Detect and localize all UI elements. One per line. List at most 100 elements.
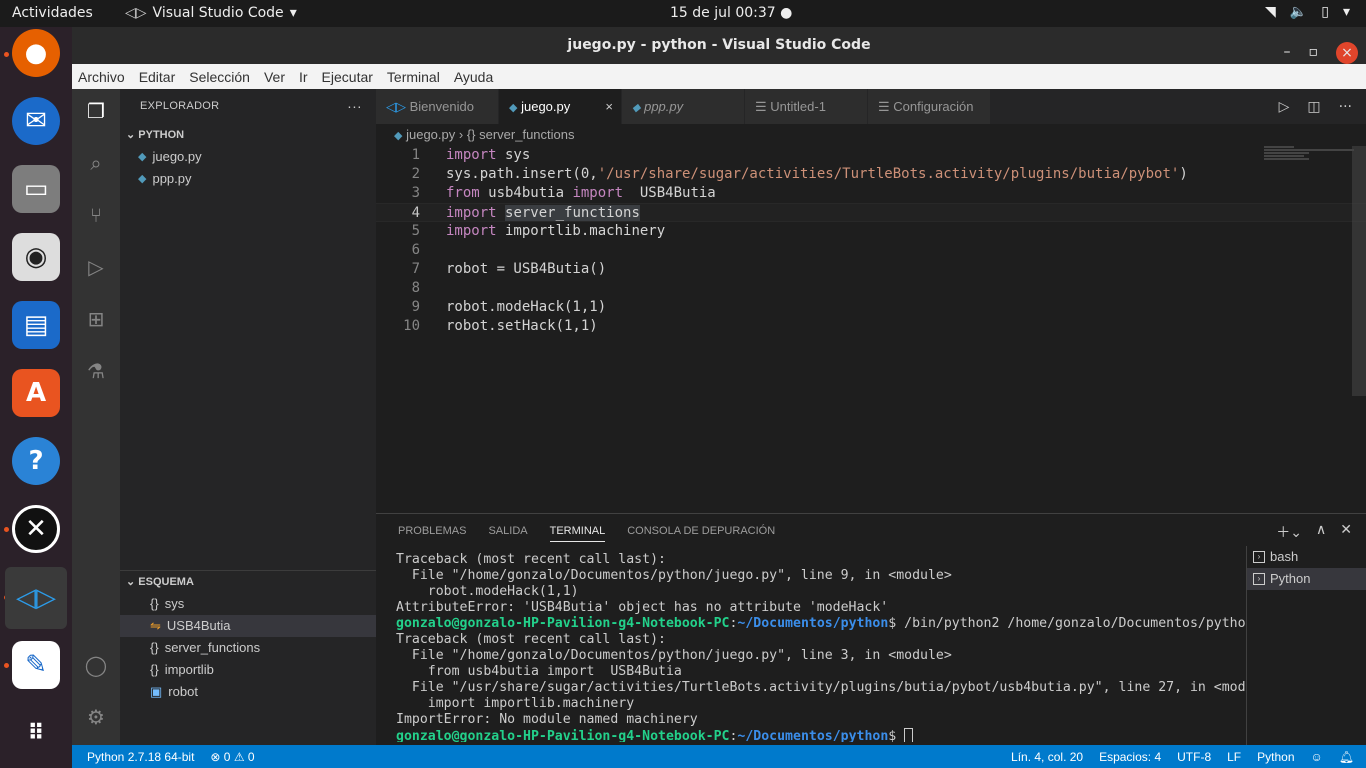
bell-icon[interactable]: 🔔︎ <box>1339 750 1354 764</box>
menu-ver[interactable]: Ver <box>264 69 285 85</box>
account-icon[interactable]: ◯ <box>84 653 108 677</box>
line-number: 9 <box>411 299 420 315</box>
problems-count[interactable]: ⊗ 0 ⚠ 0 <box>210 750 254 764</box>
tab-problemas[interactable]: PROBLEMAS <box>398 525 466 537</box>
system-tray[interactable]: ◥ 🔈 ▯ ▾ <box>1265 4 1350 20</box>
terminal-line: import importlib.machinery <box>396 696 635 711</box>
system-top-bar: Actividades ◁▷ Visual Studio Code ▾ 15 d… <box>0 0 1366 27</box>
folder-section[interactable]: ⌄ PYTHON <box>120 124 376 146</box>
outline-item[interactable]: ▣ robot <box>120 681 376 703</box>
file-item[interactable]: ◆ ppp.py <box>120 168 376 190</box>
code-keyword: import <box>446 147 497 163</box>
run-icon[interactable]: ▷ <box>1279 99 1290 115</box>
window-titlebar[interactable]: juego.py - python - Visual Studio Code –… <box>72 27 1366 64</box>
maximize-icon[interactable]: ▫ <box>1309 34 1319 71</box>
menu-editar[interactable]: Editar <box>139 69 176 85</box>
terminal-item-python[interactable]: › Python <box>1247 568 1366 590</box>
code-line-current: 4 import server_functions <box>376 203 1366 222</box>
more-actions-icon[interactable]: ··· <box>347 89 362 124</box>
gear-icon[interactable]: ⚙ <box>84 705 108 729</box>
python-interpreter[interactable]: Python 2.7.18 64-bit <box>87 750 194 764</box>
editor-scrollbar[interactable] <box>1352 146 1366 396</box>
files-icon[interactable]: ▭ <box>12 165 60 213</box>
breadcrumb-symbol[interactable]: {} server_functions <box>467 127 575 142</box>
split-editor-icon[interactable]: ◫ <box>1307 99 1320 115</box>
feedback-icon[interactable]: ☺ <box>1311 750 1323 764</box>
terminal-line: File "/home/gonzalo/Documentos/python/ju… <box>396 568 952 583</box>
indentation[interactable]: Espacios: 4 <box>1099 750 1161 764</box>
outline-item[interactable]: ⇋ USB4Butia <box>120 615 376 637</box>
wifi-icon: ◥ <box>1265 4 1276 20</box>
outline-section: ⌄ ESQUEMA {} sys ⇋ USB4Butia {} server_func… <box>120 570 376 703</box>
tab-juego[interactable]: ◆ juego.py × <box>499 89 622 124</box>
file-label: juego.py <box>152 149 202 164</box>
thunderbird-icon[interactable]: ✉ <box>12 97 60 145</box>
terminal-line: Traceback (most recent call last): <box>396 632 666 647</box>
minimap[interactable] <box>1264 146 1354 176</box>
tab-salida[interactable]: SALIDA <box>488 525 527 537</box>
extensions-icon[interactable]: ⊞ <box>84 307 108 331</box>
tab-consola-depuracion[interactable]: CONSOLA DE DEPURACIÓN <box>627 525 775 537</box>
menu-archivo[interactable]: Archivo <box>78 69 125 85</box>
tab-untitled[interactable]: ☰ Untitled-1 <box>745 89 868 124</box>
clock[interactable]: 15 de jul 00:37 ● <box>670 5 792 21</box>
sidebar-title: EXPLORADOR <box>140 100 220 112</box>
code-text: usb4butia <box>479 185 573 201</box>
breadcrumb-file[interactable]: juego.py <box>406 127 455 142</box>
tab-label: Untitled-1 <box>770 99 826 114</box>
writer-icon[interactable]: ▤ <box>12 301 60 349</box>
source-control-icon[interactable]: ⑂ <box>84 203 108 227</box>
search-icon[interactable]: ⌕ <box>84 151 108 175</box>
tab-bienvenido[interactable]: ◁▷ Bienvenido <box>376 89 499 124</box>
testing-icon[interactable]: ⚗ <box>84 359 108 383</box>
language-mode[interactable]: Python <box>1257 750 1294 764</box>
line-number: 3 <box>411 185 420 201</box>
menu-ayuda[interactable]: Ayuda <box>454 69 493 85</box>
app-grid-icon[interactable]: ⠿ <box>12 709 60 757</box>
minimize-icon[interactable]: – <box>1284 34 1291 71</box>
new-terminal-icon[interactable]: ＋⌄ <box>1276 522 1302 542</box>
outline-item[interactable]: {} importlib <box>120 659 376 681</box>
activities-button[interactable]: Actividades <box>12 5 93 21</box>
text-editor-icon[interactable]: ✎ <box>12 641 60 689</box>
terminal-output[interactable]: Traceback (most recent call last): File … <box>396 552 1246 742</box>
menu-terminal[interactable]: Terminal <box>387 69 440 85</box>
close-icon[interactable]: × <box>1336 41 1358 64</box>
more-actions-icon[interactable]: ··· <box>1339 99 1352 115</box>
settings-file-icon: ☰ <box>878 99 890 114</box>
close-panel-icon[interactable]: ✕ <box>1340 522 1352 542</box>
end-of-line[interactable]: LF <box>1227 750 1241 764</box>
terminal-item-bash[interactable]: › bash <box>1247 546 1366 568</box>
encoding[interactable]: UTF-8 <box>1177 750 1211 764</box>
code-editor[interactable]: 1 import sys 2 sys.path.insert(0,'/usr/sha… <box>376 146 1366 336</box>
close-tab-icon[interactable]: × <box>605 89 613 124</box>
file-item[interactable]: ◆ juego.py <box>120 146 376 168</box>
outline-item[interactable]: {} sys <box>120 593 376 615</box>
outline-header[interactable]: ⌄ ESQUEMA <box>120 571 376 593</box>
xo-icon[interactable]: ✕ <box>12 505 60 553</box>
tab-label: Configuración <box>893 99 974 114</box>
code-line: 1 import sys <box>376 146 1366 165</box>
tab-configuracion[interactable]: ☰ Configuración <box>868 89 991 124</box>
app-menu[interactable]: ◁▷ Visual Studio Code ▾ <box>125 5 297 21</box>
editor-area: ◁▷ Bienvenido ◆ juego.py × ◆ ppp.py ☰ Unt… <box>376 89 1366 513</box>
menu-ir[interactable]: Ir <box>299 69 308 85</box>
menu-seleccion[interactable]: Selección <box>189 69 250 85</box>
software-center-icon[interactable]: A <box>12 369 60 417</box>
explorer-sidebar: EXPLORADOR ··· ⌄ PYTHON ◆ juego.py ◆ ppp.p… <box>120 89 376 745</box>
maximize-panel-icon[interactable]: ∧ <box>1316 522 1326 542</box>
help-icon[interactable]: ? <box>12 437 60 485</box>
prompt-path: ~/Documentos/python <box>737 729 889 742</box>
run-debug-icon[interactable]: ▷ <box>84 255 108 279</box>
firefox-icon[interactable]: ● <box>12 29 60 77</box>
tab-terminal[interactable]: TERMINAL <box>549 520 606 542</box>
rhythmbox-icon[interactable]: ◉ <box>12 233 60 281</box>
outline-item[interactable]: {} server_functions <box>120 637 376 659</box>
vscode-dock-icon[interactable]: ◁▷ <box>5 567 67 629</box>
panel-tabs: PROBLEMAS SALIDA TERMINAL CONSOLA DE DEP… <box>376 514 1366 548</box>
menu-ejecutar[interactable]: Ejecutar <box>322 69 373 85</box>
status-bar: Python 2.7.18 64-bit ⊗ 0 ⚠ 0 Lín. 4, col… <box>72 745 1366 768</box>
cursor-position[interactable]: Lín. 4, col. 20 <box>1011 750 1083 764</box>
explorer-icon[interactable]: ❐ <box>84 99 108 123</box>
tab-ppp[interactable]: ◆ ppp.py <box>622 89 745 124</box>
